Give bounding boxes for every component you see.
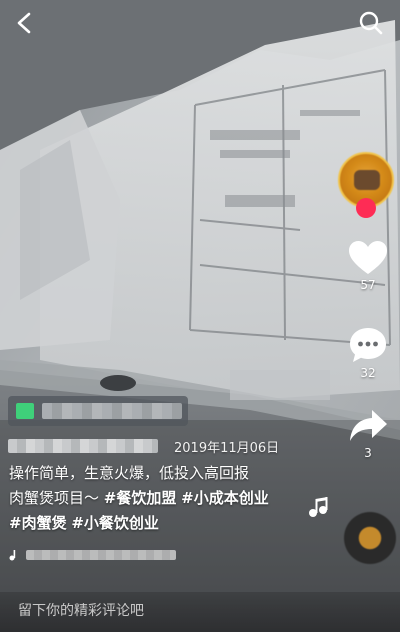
music-disc[interactable] (344, 512, 396, 564)
comment-button[interactable]: 32 (344, 326, 392, 380)
floating-music-note-icon (309, 497, 328, 517)
hashtag-small-catering[interactable]: #小餐饮创业 (71, 514, 159, 532)
author-row: 2019年11月06日 (8, 436, 308, 456)
caption-text: 肉蟹煲项目～ (9, 489, 100, 507)
post-caption: 操作简单，生意火爆，低投入高回报 肉蟹煲项目～ #餐饮加盟 #小成本创业 #肉蟹… (9, 461, 329, 536)
blurred-shop-name (42, 403, 182, 419)
like-count: 57 (360, 278, 376, 292)
music-info[interactable] (8, 546, 208, 564)
shop-icon (16, 403, 34, 419)
like-button[interactable]: 57 (344, 240, 392, 292)
share-count: 3 (364, 446, 372, 460)
hashtag-catering-franchise[interactable]: #餐饮加盟 (104, 489, 177, 507)
chevron-left-icon (17, 12, 31, 34)
search-icon (359, 11, 383, 35)
blurred-author-name[interactable] (8, 439, 158, 453)
back-button[interactable] (8, 6, 42, 40)
caption-line-1: 操作简单，生意火爆，低投入高回报 (9, 464, 250, 482)
music-note-icon (9, 550, 16, 561)
shop-link-tag[interactable] (8, 396, 188, 426)
comment-input[interactable] (18, 603, 318, 619)
follow-button[interactable] (356, 198, 376, 218)
search-button[interactable] (354, 6, 388, 40)
post-date: 2019年11月06日 (174, 440, 280, 456)
video-scene (0, 0, 400, 632)
hashtag-small-business[interactable]: #小成本创业 (181, 489, 269, 507)
heart-icon (349, 241, 387, 274)
comment-count: 32 (360, 366, 376, 380)
caption-line-2: 肉蟹煲项目～ #餐饮加盟 #小成本创业 (9, 486, 329, 511)
video-frame[interactable] (0, 0, 400, 632)
share-arrow-icon (350, 410, 387, 441)
share-button[interactable]: 3 (344, 408, 392, 460)
comment-icon (350, 328, 386, 362)
hashtag-crab-pot[interactable]: #肉蟹煲 (9, 514, 67, 532)
comment-bar (0, 592, 400, 632)
blurred-music-title (26, 550, 176, 560)
caption-line-3: #肉蟹煲 #小餐饮创业 (9, 511, 329, 536)
